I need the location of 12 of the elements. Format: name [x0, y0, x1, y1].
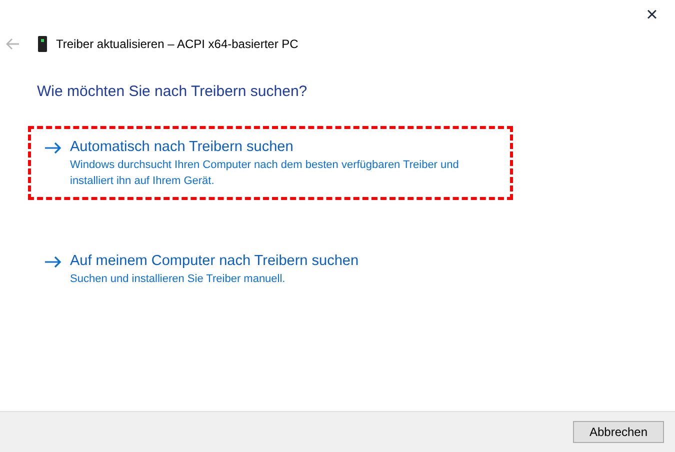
back-arrow-icon[interactable]	[6, 38, 20, 50]
option-link[interactable]: Auf meinem Computer nach Treibern suchen	[70, 250, 500, 270]
option-description: Suchen und installieren Sie Treiber manuell.	[70, 272, 286, 286]
close-button[interactable]: ×	[629, 0, 675, 30]
arrow-icon	[44, 142, 62, 154]
window-title: Treiber aktualisieren – ACPI x64-basierter PC	[56, 36, 298, 53]
dialog-heading: Wie möchten Sie nach Treibern suchen?	[37, 82, 308, 102]
computer-icon	[38, 36, 47, 52]
cancel-button[interactable]: Abbrechen	[573, 421, 664, 443]
option-description: Windows durchsucht Ihren Computer nach dem besten verfügbaren Treiber und installiert ihn auf Ihrem Gerät.	[70, 158, 460, 188]
arrow-icon	[44, 256, 62, 268]
option-link[interactable]: Automatisch nach Treibern suchen	[70, 136, 500, 156]
